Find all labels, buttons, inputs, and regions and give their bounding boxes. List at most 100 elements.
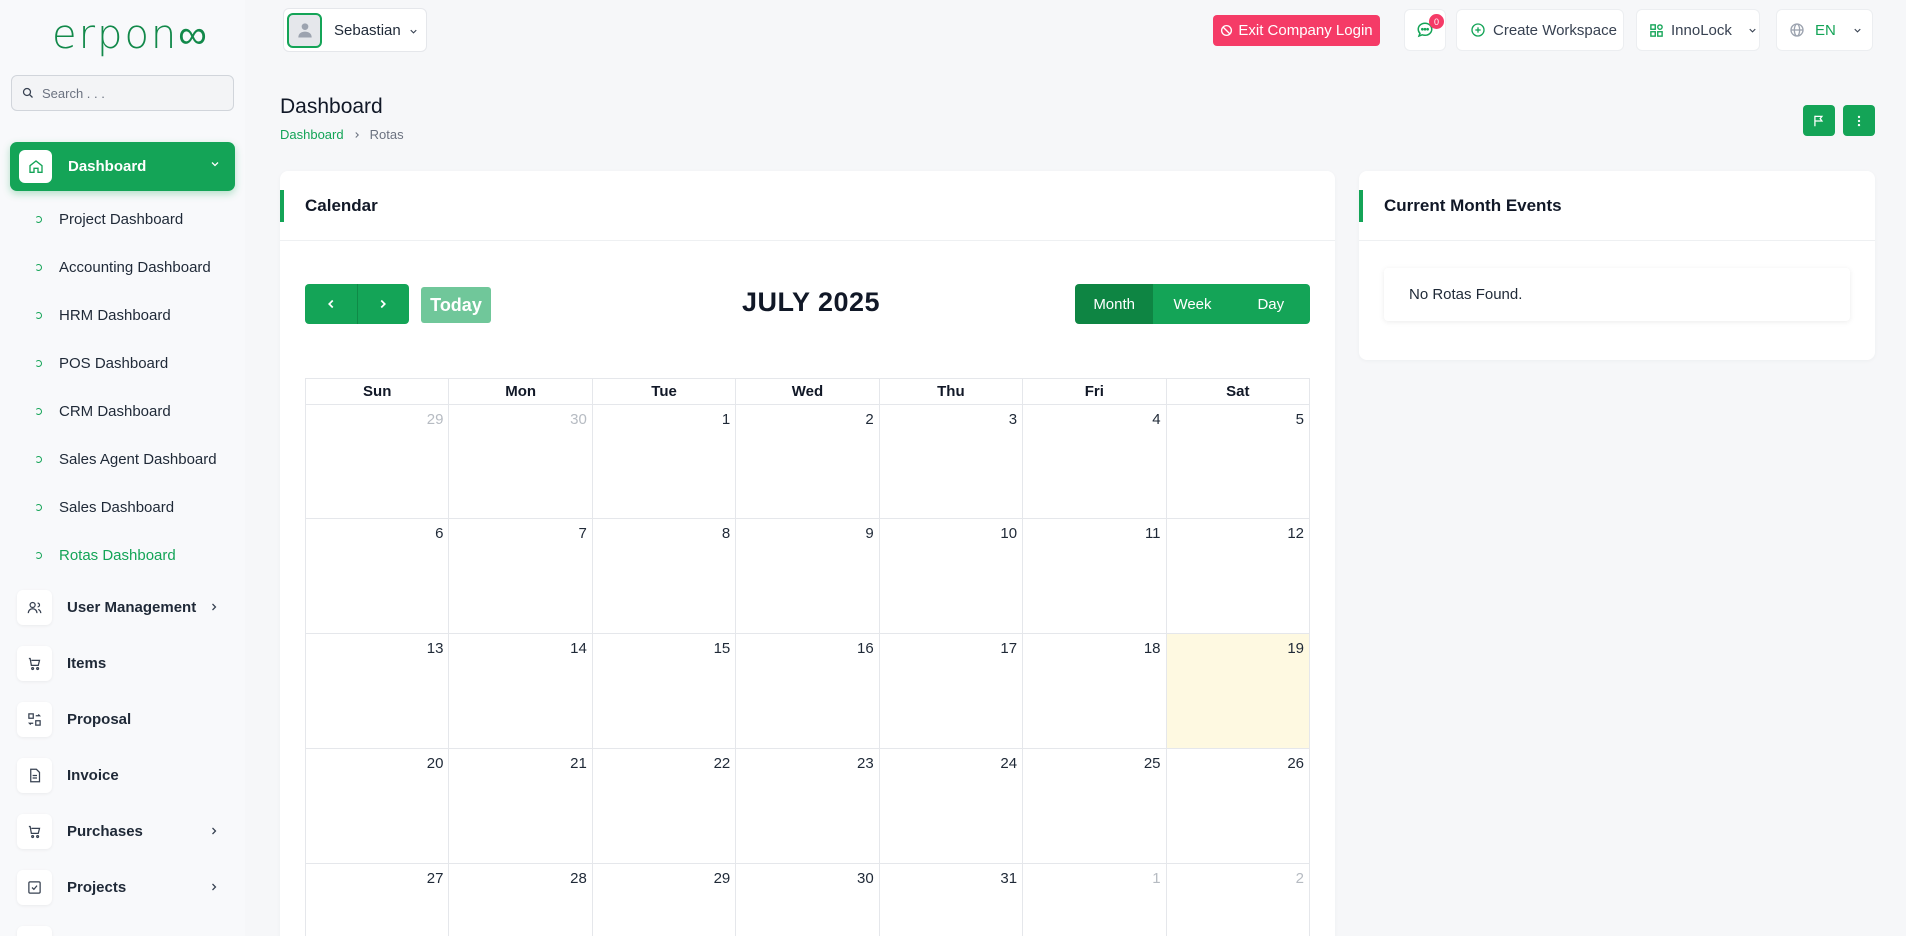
- view-week-button[interactable]: Week: [1153, 284, 1232, 324]
- calendar-day-cell[interactable]: 1: [1022, 863, 1167, 936]
- calendar-day-cell[interactable]: 8: [591, 518, 737, 634]
- sidebar-item-projects[interactable]: Projects: [17, 868, 232, 906]
- calendar-day-cell[interactable]: 18: [1022, 633, 1167, 749]
- sidebar-item-user-management[interactable]: User Management: [17, 588, 232, 626]
- calendar-day-cell[interactable]: 2: [735, 404, 880, 519]
- cart-icon: [17, 645, 52, 681]
- sidebar-item-more[interactable]: [17, 924, 232, 936]
- search-box[interactable]: [11, 75, 234, 111]
- calendar-day-cell[interactable]: 2: [1165, 863, 1311, 936]
- create-workspace-button[interactable]: Create Workspace: [1456, 9, 1624, 51]
- workspace-selector[interactable]: InnoLock: [1636, 9, 1760, 51]
- flag-icon: [1814, 115, 1824, 126]
- chevron-down-icon: [1854, 28, 1861, 33]
- calendar-day-cell[interactable]: 16: [735, 633, 880, 749]
- messages-button[interactable]: 0: [1404, 9, 1446, 51]
- calendar-day-cell[interactable]: 30: [448, 404, 593, 519]
- chevron-down-icon: [410, 29, 417, 34]
- calendar-day-cell[interactable]: 31: [878, 863, 1024, 936]
- sidebar-item-proposal[interactable]: Proposal: [17, 700, 232, 738]
- breadcrumb: Dashboard Rotas: [280, 127, 404, 142]
- calendar-day-cell[interactable]: 12: [1165, 518, 1311, 634]
- sidebar-item-label: Purchases: [67, 822, 143, 840]
- calendar-day-cell[interactable]: 30: [735, 863, 880, 936]
- chevron-down-icon: [211, 162, 219, 167]
- sidebar-subitem-label: Rotas Dashboard: [59, 546, 176, 564]
- sidebar-item-dashboard[interactable]: Dashboard: [10, 142, 235, 191]
- sidebar-subitem-pos-dashboard[interactable]: POS Dashboard: [35, 351, 168, 375]
- menu-icon: [17, 925, 52, 936]
- more-vertical-icon: [1857, 115, 1861, 126]
- home-icon: [19, 150, 52, 183]
- calendar-day-cell[interactable]: 13: [304, 633, 450, 749]
- calendar-day-cell[interactable]: 7: [448, 518, 593, 634]
- weekday-header-row: Sun Mon Tue Wed Thu Fri Sat: [304, 378, 1311, 405]
- calendar-day-cell[interactable]: 11: [1022, 518, 1167, 634]
- chevron-down-icon: [1749, 28, 1756, 33]
- calendar-day-cell[interactable]: 27: [304, 863, 450, 936]
- sidebar-subitem-crm-dashboard[interactable]: CRM Dashboard: [35, 399, 171, 423]
- more-options-button[interactable]: [1843, 105, 1875, 136]
- bullet-icon: [35, 311, 42, 319]
- calendar-day-cell[interactable]: 1: [591, 404, 737, 519]
- chevron-right-icon: [354, 131, 359, 138]
- calendar-day-cell[interactable]: 3: [878, 404, 1024, 519]
- calendar-card-title: Calendar: [280, 171, 1335, 241]
- calendar-day-cell[interactable]: 20: [304, 748, 450, 864]
- view-day-button[interactable]: Day: [1231, 284, 1310, 324]
- sidebar-subitem-accounting-dashboard[interactable]: Accounting Dashboard: [35, 255, 211, 279]
- calendar-day-cell[interactable]: 26: [1165, 748, 1311, 864]
- chevron-right-icon: [212, 883, 217, 891]
- user-name: Sebastian: [334, 21, 401, 39]
- sidebar-subitem-sales-dashboard[interactable]: Sales Dashboard: [35, 495, 174, 519]
- calendar-day-cell[interactable]: 24: [878, 748, 1024, 864]
- sidebar-subitem-label: Project Dashboard: [59, 210, 184, 228]
- document-icon: [17, 757, 52, 793]
- sidebar-subitem-label: HRM Dashboard: [59, 306, 171, 324]
- calendar-day-cell[interactable]: 9: [735, 518, 880, 634]
- flag-button[interactable]: [1803, 105, 1835, 136]
- calendar-day-cell[interactable]: 17: [878, 633, 1024, 749]
- breadcrumb-link-dashboard[interactable]: Dashboard: [280, 127, 344, 142]
- calendar-day-cell[interactable]: 10: [878, 518, 1024, 634]
- users-icon: [17, 589, 52, 625]
- calendar-day-cell[interactable]: 21: [448, 748, 593, 864]
- sidebar-subitem-sales-agent-dashboard[interactable]: Sales Agent Dashboard: [35, 447, 217, 471]
- search-input[interactable]: [42, 85, 222, 101]
- sidebar-subitem-rotas-dashboard[interactable]: Rotas Dashboard: [35, 543, 176, 567]
- calendar-day-cell[interactable]: 23: [735, 748, 880, 864]
- calendar-day-cell[interactable]: 15: [591, 633, 737, 749]
- calendar-day-cell[interactable]: 28: [448, 863, 593, 936]
- brand-logo[interactable]: erpon∞: [52, 12, 209, 58]
- calendar-day-cell[interactable]: 6: [304, 518, 450, 634]
- exit-company-login-label: Exit Company Login: [1238, 22, 1373, 39]
- view-month-button[interactable]: Month: [1075, 284, 1154, 324]
- calendar-day-cell-today[interactable]: 19: [1165, 633, 1311, 749]
- sidebar-item-purchases[interactable]: Purchases: [17, 812, 232, 850]
- calendar-day-cell[interactable]: 25: [1022, 748, 1167, 864]
- calendar-day-cell[interactable]: 22: [591, 748, 737, 864]
- user-menu[interactable]: Sebastian: [283, 8, 427, 52]
- calendar-day-cell[interactable]: 14: [448, 633, 593, 749]
- checkbox-icon: [17, 869, 52, 905]
- sidebar-subitem-label: POS Dashboard: [59, 354, 169, 372]
- calendar-day-cell[interactable]: 29: [591, 863, 737, 936]
- language-code: EN: [1815, 21, 1836, 39]
- sidebar-subitem-hrm-dashboard[interactable]: HRM Dashboard: [35, 303, 171, 327]
- sidebar-item-label: Dashboard: [68, 158, 147, 175]
- sidebar-item-label: Proposal: [67, 710, 132, 728]
- calendar-week-row: 13 14 15 16 17 18 19: [304, 633, 1311, 749]
- calendar-day-cell[interactable]: 5: [1165, 404, 1311, 519]
- calendar-day-cell[interactable]: 4: [1022, 404, 1167, 519]
- sidebar-item-items[interactable]: Items: [17, 644, 232, 682]
- language-selector[interactable]: EN: [1776, 9, 1873, 51]
- calendar-day-cell[interactable]: 29: [304, 404, 450, 519]
- messages-count-badge: 0: [1429, 14, 1444, 29]
- sidebar-subitem-label: Accounting Dashboard: [59, 258, 211, 276]
- exit-company-login-button[interactable]: Exit Company Login: [1213, 15, 1380, 46]
- search-icon: [22, 87, 33, 98]
- sidebar-item-invoice[interactable]: Invoice: [17, 756, 232, 794]
- sidebar-item-label: Items: [67, 654, 107, 672]
- sidebar-subitem-project-dashboard[interactable]: Project Dashboard: [35, 207, 183, 231]
- avatar: [287, 12, 322, 48]
